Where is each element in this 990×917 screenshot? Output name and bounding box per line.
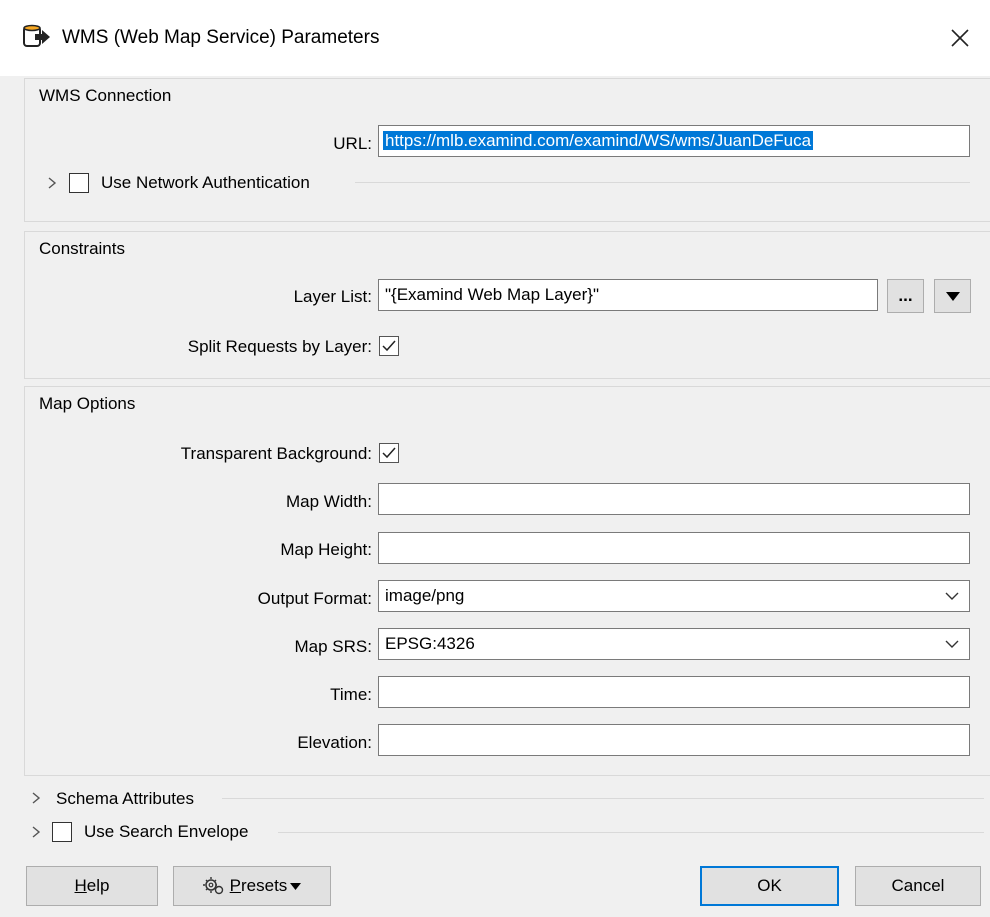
caret-down-icon <box>945 291 960 301</box>
group-title-map-options: Map Options <box>39 394 136 413</box>
network-auth-label: Use Network Authentication <box>101 173 310 192</box>
layer-list-label: Layer List: <box>293 287 372 306</box>
chevron-right-icon[interactable] <box>46 176 58 190</box>
map-srs-value: EPSG:4326 <box>385 634 475 653</box>
split-requests-checkbox[interactable] <box>379 336 399 356</box>
network-auth-checkbox[interactable] <box>69 173 89 193</box>
url-label: URL: <box>333 134 372 153</box>
chevron-right-icon[interactable] <box>30 791 42 805</box>
layer-list-dropdown-button[interactable] <box>934 279 971 313</box>
output-format-value: image/png <box>385 586 465 605</box>
elevation-input[interactable] <box>378 724 970 756</box>
url-value: https://mlb.examind.com/examind/WS/wms/J… <box>383 131 814 150</box>
help-button[interactable]: Help <box>26 866 158 906</box>
chevron-down-icon <box>945 592 959 600</box>
search-envelope-label: Use Search Envelope <box>84 822 249 841</box>
split-requests-label: Split Requests by Layer: <box>187 337 372 356</box>
caret-down-icon <box>290 882 302 890</box>
help-label: elp <box>86 876 110 895</box>
divider <box>222 798 984 799</box>
map-srs-select[interactable]: EPSG:4326 <box>378 628 970 660</box>
chevron-down-icon <box>945 640 959 648</box>
map-width-label: Map Width: <box>286 492 372 511</box>
group-title-constraints: Constraints <box>39 239 125 258</box>
schema-attributes-label[interactable]: Schema Attributes <box>56 789 194 809</box>
close-icon <box>951 29 969 47</box>
dialog: WMS (Web Map Service) Parameters WMS Con… <box>0 0 990 917</box>
checkmark-icon <box>382 447 396 459</box>
transparent-background-checkbox[interactable] <box>379 443 399 463</box>
map-srs-label: Map SRS: <box>294 637 372 656</box>
presets-label: resets <box>241 876 288 895</box>
gears-icon <box>202 877 223 895</box>
transparent-background-label: Transparent Background: <box>180 444 372 463</box>
chevron-right-icon[interactable] <box>30 825 42 839</box>
presets-mnemonic: P <box>229 876 242 895</box>
close-button[interactable] <box>930 10 990 66</box>
reader-arrow-icon <box>22 24 52 50</box>
map-width-input[interactable] <box>378 483 970 515</box>
group-title-wms-connection: WMS Connection <box>39 86 172 105</box>
title-bar: WMS (Web Map Service) Parameters <box>0 0 990 76</box>
output-format-label: Output Format: <box>257 589 372 608</box>
search-envelope-checkbox[interactable] <box>52 822 72 842</box>
ok-button[interactable]: OK <box>700 866 839 906</box>
presets-button[interactable]: Presets <box>173 866 331 906</box>
map-height-input[interactable] <box>378 532 970 564</box>
divider <box>278 832 984 833</box>
window-title: WMS (Web Map Service) Parameters <box>62 27 380 48</box>
layer-list-browse-button[interactable]: ... <box>887 279 924 313</box>
output-format-select[interactable]: image/png <box>378 580 970 612</box>
cancel-button[interactable]: Cancel <box>855 866 981 906</box>
url-input[interactable]: https://mlb.examind.com/examind/WS/wms/J… <box>378 125 970 157</box>
map-height-label: Map Height: <box>280 540 372 559</box>
time-label: Time: <box>330 685 372 704</box>
checkmark-icon <box>382 340 396 352</box>
time-input[interactable] <box>378 676 970 708</box>
ellipsis-label: ... <box>898 286 913 305</box>
help-mnemonic: H <box>74 876 87 895</box>
divider <box>355 182 970 183</box>
layer-list-input[interactable]: "{Examind Web Map Layer}" <box>378 279 878 311</box>
elevation-label: Elevation: <box>297 733 372 752</box>
